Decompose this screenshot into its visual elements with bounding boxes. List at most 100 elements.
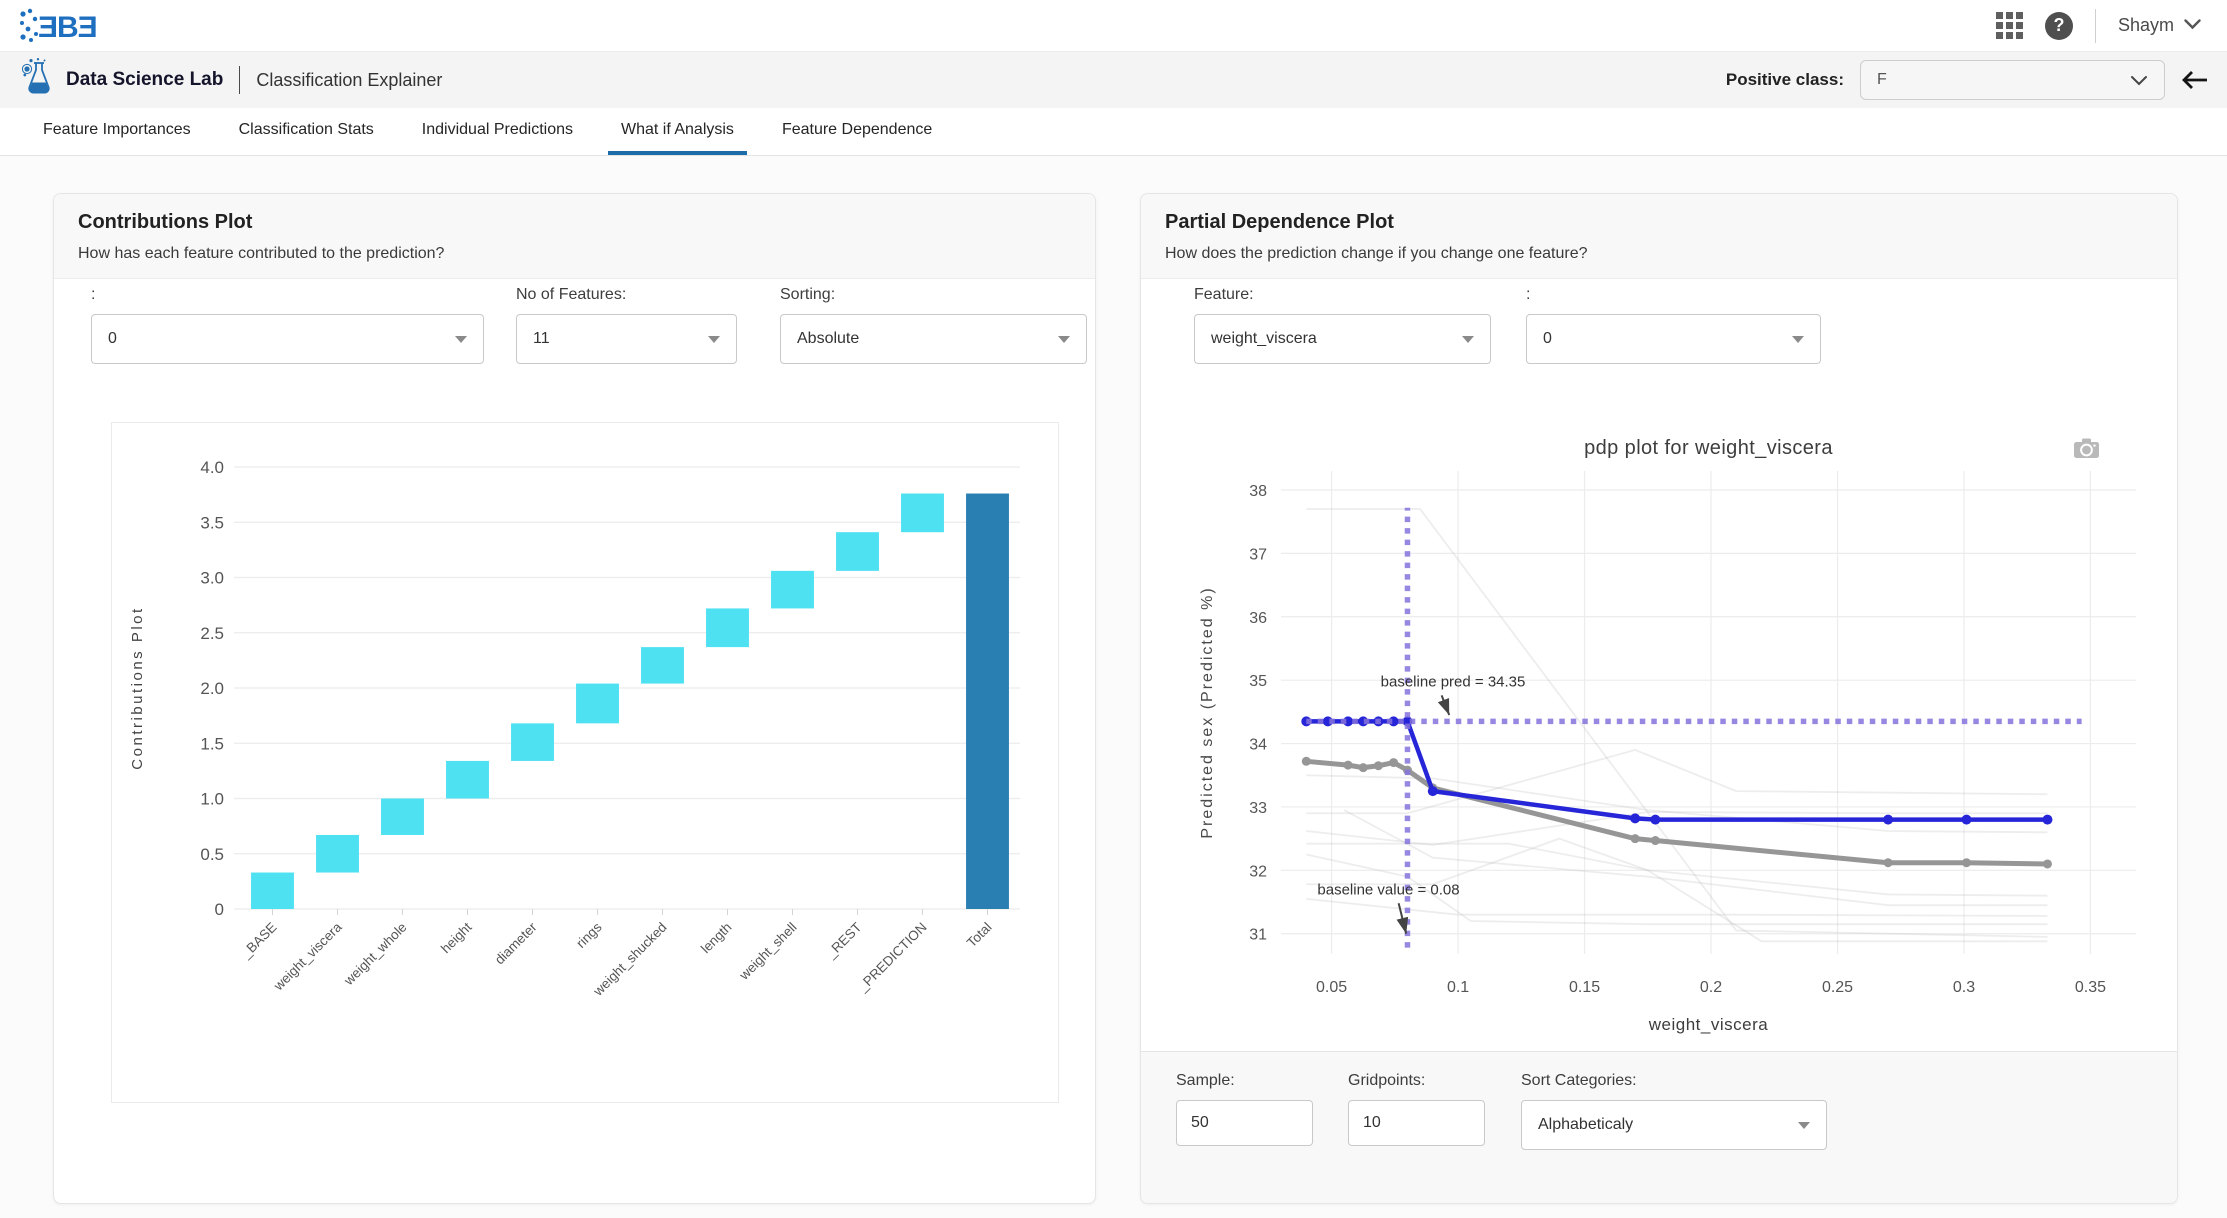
contributions-plot-card: Contributions Plot How has each feature … [53, 193, 1096, 1204]
caret-down-icon [708, 336, 720, 343]
page-title: Classification Explainer [256, 70, 442, 91]
gridpoints-input[interactable] [1348, 1100, 1485, 1146]
svg-text:weight_whole: weight_whole [340, 920, 409, 989]
pdp-footer-controls: Sample: Gridpoints: Sort Categories: Alp… [1141, 1051, 2177, 1203]
pdp-card: Partial Dependence Plot How does the pre… [1140, 193, 2178, 1204]
caret-down-icon [1798, 1122, 1810, 1129]
no-of-features-label: No of Features: [516, 286, 737, 304]
back-arrow-icon[interactable] [2179, 69, 2209, 91]
bdb-logo[interactable]: ƎBƎ [18, 6, 122, 46]
svg-text:3.5: 3.5 [200, 513, 224, 532]
svg-text:baseline value = 0.08: baseline value = 0.08 [1317, 881, 1459, 898]
svg-text:0.3: 0.3 [1953, 979, 1975, 996]
sort-categories-label: Sort Categories: [1521, 1072, 1827, 1090]
svg-text:diameter: diameter [492, 919, 540, 967]
svg-text:33: 33 [1249, 800, 1267, 817]
no-of-features-value: 11 [533, 330, 550, 348]
svg-text:height: height [438, 919, 475, 956]
svg-text:0.35: 0.35 [2075, 979, 2106, 996]
sorting-label: Sorting: [780, 286, 1087, 304]
no-of-features-select[interactable]: 11 [516, 314, 737, 364]
svg-text:length: length [698, 920, 735, 957]
svg-text:_PREDICTION: _PREDICTION [854, 920, 929, 995]
svg-text:_REST: _REST [823, 920, 865, 962]
svg-text:Total: Total [964, 920, 995, 951]
contributions-subtitle: How has each feature contributed to the … [78, 245, 1071, 263]
svg-text:0.1: 0.1 [1447, 979, 1469, 996]
svg-text:ƎBƎ: ƎBƎ [38, 11, 97, 44]
svg-text:baseline pred = 34.35: baseline pred = 34.35 [1381, 674, 1526, 691]
tab-individual-predictions[interactable]: Individual Predictions [409, 108, 586, 155]
pdp-subtitle: How does the prediction change if you ch… [1165, 245, 2153, 263]
contributions-title: Contributions Plot [78, 211, 1071, 234]
sorting-value: Absolute [797, 330, 859, 348]
caret-down-icon [455, 336, 467, 343]
title-separator [239, 66, 240, 94]
svg-text:weight_shell: weight_shell [736, 920, 800, 984]
app-title: Data Science Lab [66, 69, 223, 91]
positive-class-value: F [1877, 71, 1887, 89]
gridpoints-label: Gridpoints: [1348, 1072, 1485, 1090]
svg-text:weight_viscera: weight_viscera [1648, 1015, 1768, 1034]
feature-select[interactable]: weight_viscera [1194, 314, 1491, 364]
pdp-chart: pdp plot for weight_viscera0.050.10.150.… [1186, 426, 2156, 1054]
camera-icon[interactable] [2073, 437, 2100, 464]
help-icon[interactable]: ? [2045, 12, 2073, 40]
tab-bar: Feature Importances Classification Stats… [0, 108, 2227, 156]
svg-text:36: 36 [1249, 610, 1267, 627]
svg-text:31: 31 [1249, 927, 1267, 944]
index-select[interactable]: 0 [91, 314, 484, 364]
svg-text:0.5: 0.5 [200, 845, 224, 864]
svg-text:3.0: 3.0 [200, 569, 224, 588]
svg-text:1.0: 1.0 [200, 790, 224, 809]
svg-text:0.2: 0.2 [1700, 979, 1722, 996]
svg-text:1.5: 1.5 [200, 734, 224, 753]
pdp-index-select[interactable]: 0 [1526, 314, 1821, 364]
chevron-down-icon [2130, 75, 2148, 86]
contributions-card-header: Contributions Plot How has each feature … [54, 194, 1095, 279]
index-select-value: 0 [108, 330, 117, 348]
svg-text:38: 38 [1249, 483, 1267, 500]
sample-input[interactable] [1176, 1100, 1313, 1146]
user-name: Shaym [2118, 15, 2174, 36]
sort-categories-value: Alphabeticaly [1538, 1116, 1633, 1134]
svg-text:0: 0 [215, 900, 224, 919]
feature-label: Feature: [1194, 286, 1491, 304]
chevron-down-icon [2184, 17, 2201, 35]
svg-text:34: 34 [1249, 737, 1267, 754]
svg-text:_BASE: _BASE [238, 920, 280, 962]
caret-down-icon [1058, 336, 1070, 343]
sub-header-bar: Data Science Lab Classification Explaine… [0, 52, 2227, 108]
svg-text:weight_viscera: weight_viscera [270, 919, 345, 994]
index-label: : [91, 286, 484, 304]
contributions-waterfall-chart: 00.51.01.52.02.53.03.54.0_BASEweight_vis… [111, 422, 1059, 1103]
user-menu[interactable]: Shaym [2118, 15, 2201, 36]
svg-text:rings: rings [573, 919, 604, 950]
tab-classification-stats[interactable]: Classification Stats [226, 108, 387, 155]
svg-text:4.0: 4.0 [200, 458, 224, 477]
sort-categories-select[interactable]: Alphabeticaly [1521, 1100, 1827, 1150]
sample-label: Sample: [1176, 1072, 1313, 1090]
pdp-title: Partial Dependence Plot [1165, 211, 2153, 234]
tab-what-if-analysis[interactable]: What if Analysis [608, 108, 747, 155]
svg-text:Predicted sex (Predicted %): Predicted sex (Predicted %) [1199, 586, 1216, 838]
svg-text:35: 35 [1249, 673, 1267, 690]
apps-grid-icon[interactable] [1996, 12, 2023, 39]
pdp-card-header: Partial Dependence Plot How does the pre… [1141, 194, 2177, 279]
tab-feature-importances[interactable]: Feature Importances [30, 108, 204, 155]
caret-down-icon [1792, 336, 1804, 343]
flask-icon [22, 57, 56, 104]
pdp-index-value: 0 [1543, 330, 1552, 348]
svg-text:2.0: 2.0 [200, 679, 224, 698]
svg-text:Contributions Plot: Contributions Plot [129, 606, 146, 769]
svg-text:32: 32 [1249, 863, 1267, 880]
caret-down-icon [1462, 336, 1474, 343]
positive-class-label: Positive class: [1726, 70, 1844, 90]
positive-class-select[interactable]: F [1860, 60, 2165, 100]
top-header-bar: ƎBƎ ? Shaym [0, 0, 2227, 52]
tab-feature-dependence[interactable]: Feature Dependence [769, 108, 945, 155]
svg-text:pdp plot for weight_viscera: pdp plot for weight_viscera [1584, 437, 1833, 459]
contributions-controls: : 0 No of Features: 11 Sorting: Absolute [54, 286, 1095, 364]
svg-text:0.05: 0.05 [1316, 979, 1347, 996]
sorting-select[interactable]: Absolute [780, 314, 1087, 364]
